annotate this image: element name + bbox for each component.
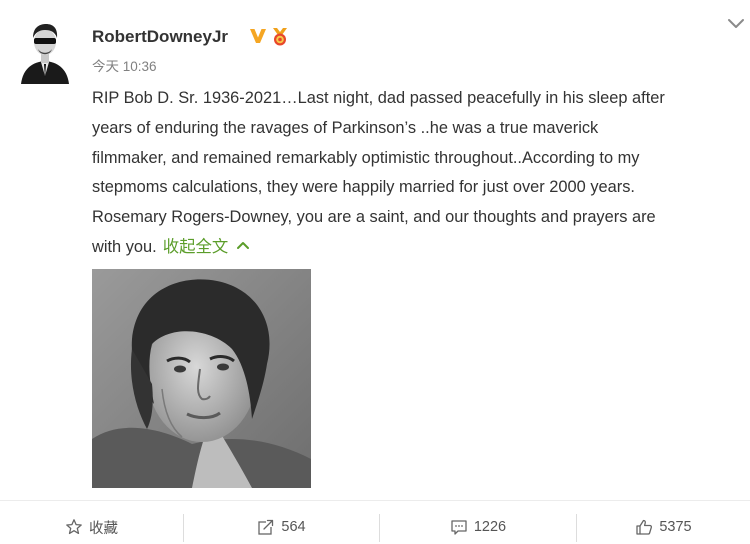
post-text-line: with you.: [92, 237, 157, 256]
post-timestamp[interactable]: 今天 10:36: [92, 58, 157, 76]
like-button[interactable]: 5375: [577, 510, 750, 544]
post-text-line: filmmaker, and remained remarkably optim…: [92, 148, 640, 167]
avatar[interactable]: [19, 16, 71, 84]
comment-count[interactable]: 1226: [474, 519, 506, 535]
action-bar-divider: [0, 500, 750, 501]
post-photo[interactable]: [92, 269, 311, 488]
chevron-up-icon[interactable]: [236, 231, 250, 261]
favorite-button[interactable]: 收藏: [0, 510, 183, 544]
chevron-down-icon[interactable]: [726, 16, 746, 32]
repost-count[interactable]: 564: [281, 519, 305, 535]
post-text-last-line: with you. 收起全文: [92, 233, 742, 263]
collapse-label[interactable]: 收起全文: [163, 238, 229, 256]
comment-icon: [451, 520, 467, 535]
post-text: RIP Bob D. Sr. 1936-2021…Last night, dad…: [92, 84, 742, 263]
post-text-line: Rosemary Rogers-Downey, you are a saint,…: [92, 208, 656, 227]
collapse-text-link[interactable]: 收起全文: [163, 238, 251, 256]
favorite-label[interactable]: 收藏: [89, 517, 118, 538]
post-text-line: RIP Bob D. Sr. 1936-2021…Last night, dad…: [92, 89, 665, 107]
medal-icon: [270, 26, 290, 46]
verified-v-icon: [248, 26, 268, 46]
repost-icon: [258, 519, 275, 535]
post-text-line: years of enduring the ravages of Parkins…: [92, 118, 599, 137]
like-count[interactable]: 5375: [659, 519, 691, 535]
username[interactable]: RobertDowneyJr: [92, 26, 228, 48]
star-icon: [66, 519, 82, 535]
post-text-line: stepmoms calculations, they were happily…: [92, 178, 635, 197]
thumbs-up-icon: [636, 519, 653, 535]
comment-button[interactable]: 1226: [380, 510, 576, 544]
repost-button[interactable]: 564: [184, 510, 379, 544]
